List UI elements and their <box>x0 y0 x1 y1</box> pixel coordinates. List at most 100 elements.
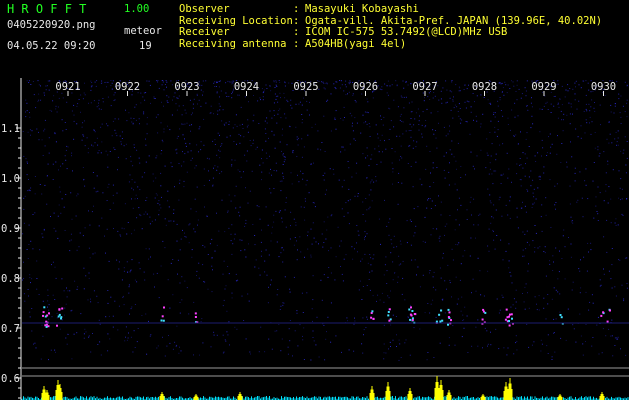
noise-dot <box>610 278 612 280</box>
noise-dot <box>505 84 507 86</box>
noise-dot <box>105 252 106 254</box>
noise-dot <box>456 106 458 108</box>
noise-dot <box>28 80 30 82</box>
noise-dot <box>271 117 273 119</box>
noise-dot <box>225 82 227 84</box>
noise-dot <box>426 145 428 147</box>
noise-dot <box>410 136 412 138</box>
noise-dot <box>465 121 467 122</box>
noise-dot <box>580 137 582 139</box>
noise-dot <box>52 294 54 296</box>
noise-dot <box>196 275 197 276</box>
noise-dot <box>38 139 40 141</box>
noise-dot <box>186 287 188 289</box>
noise-dot <box>57 237 59 239</box>
noise-dot <box>196 94 198 96</box>
noise-dot <box>163 131 165 133</box>
noise-dot <box>253 95 254 96</box>
noise-dot <box>603 268 604 270</box>
noise-dot <box>301 292 303 294</box>
noise-dot <box>422 240 424 242</box>
noise-dot <box>92 145 94 147</box>
noise-dot <box>289 291 291 293</box>
noise-dot <box>230 81 232 83</box>
noise-dot <box>594 110 596 112</box>
noise-dot <box>170 220 172 222</box>
noise-dot <box>525 248 527 250</box>
noise-dot <box>276 294 278 296</box>
noise-dot <box>273 102 275 104</box>
noise-dot <box>608 142 610 144</box>
noise-dot <box>497 129 499 131</box>
noise-dot <box>588 89 590 91</box>
noise-dot <box>255 259 257 261</box>
noise-dot <box>160 153 162 155</box>
noise-dot <box>400 113 402 115</box>
noise-dot <box>146 117 148 119</box>
noise-dot <box>546 101 548 103</box>
noise-dot <box>457 142 459 144</box>
noise-dot <box>127 271 128 273</box>
noise-dot <box>296 156 298 157</box>
noise-dot <box>362 201 364 203</box>
noise-dot <box>286 99 288 101</box>
y-tick-label: 0.9 <box>1 223 20 235</box>
noise-dot <box>557 104 559 105</box>
noise-dot <box>345 86 347 88</box>
noise-dot <box>552 270 554 271</box>
noise-dot <box>342 119 344 121</box>
noise-dot <box>396 334 397 336</box>
noise-dot <box>138 207 140 209</box>
noise-dot <box>624 111 626 113</box>
noise-dot <box>315 344 317 346</box>
noise-dot <box>98 108 100 110</box>
noise-dot <box>205 102 207 104</box>
noise-dot <box>471 345 473 347</box>
noise-dot <box>534 247 536 248</box>
x-tick-label: 0924 <box>234 81 259 93</box>
noise-dot <box>36 260 38 262</box>
noise-dot <box>499 196 501 198</box>
noise-dot <box>443 155 445 157</box>
noise-dot <box>172 294 174 296</box>
noise-dot <box>445 80 447 82</box>
noise-dot <box>587 82 589 84</box>
noise-dot <box>468 101 470 103</box>
noise-dot <box>175 103 177 105</box>
noise-dot <box>130 308 132 310</box>
noise-dot <box>92 333 93 334</box>
noise-dot <box>394 272 396 274</box>
noise-dot <box>610 111 612 113</box>
noise-dot <box>73 114 75 116</box>
noise-dot <box>312 299 314 301</box>
noise-dot <box>399 135 401 137</box>
noise-dot <box>454 344 456 346</box>
noise-dot <box>500 83 502 85</box>
noise-dot <box>449 279 451 281</box>
noise-dot <box>323 242 325 243</box>
noise-dot <box>526 132 528 134</box>
noise-dot <box>90 89 92 91</box>
noise-dot <box>540 176 541 178</box>
noise-dot <box>563 229 565 231</box>
noise-dot <box>137 328 139 329</box>
noise-dot <box>411 126 413 128</box>
noise-dot <box>290 104 292 106</box>
noise-dot <box>618 93 620 95</box>
noise-dot <box>413 235 415 237</box>
noise-dot <box>265 133 267 134</box>
noise-dot <box>608 186 610 188</box>
noise-dot <box>618 170 620 172</box>
noise-dot <box>515 134 517 136</box>
noise-dot <box>549 179 551 181</box>
noise-dot <box>312 330 314 332</box>
noise-dot <box>410 221 412 222</box>
noise-dot <box>141 176 143 178</box>
noise-dot <box>410 244 412 246</box>
noise-dot <box>228 121 230 123</box>
noise-dot <box>161 84 163 86</box>
noise-dot <box>469 201 471 203</box>
noise-dot <box>182 123 184 125</box>
noise-dot <box>196 93 198 95</box>
noise-dot <box>25 111 26 113</box>
